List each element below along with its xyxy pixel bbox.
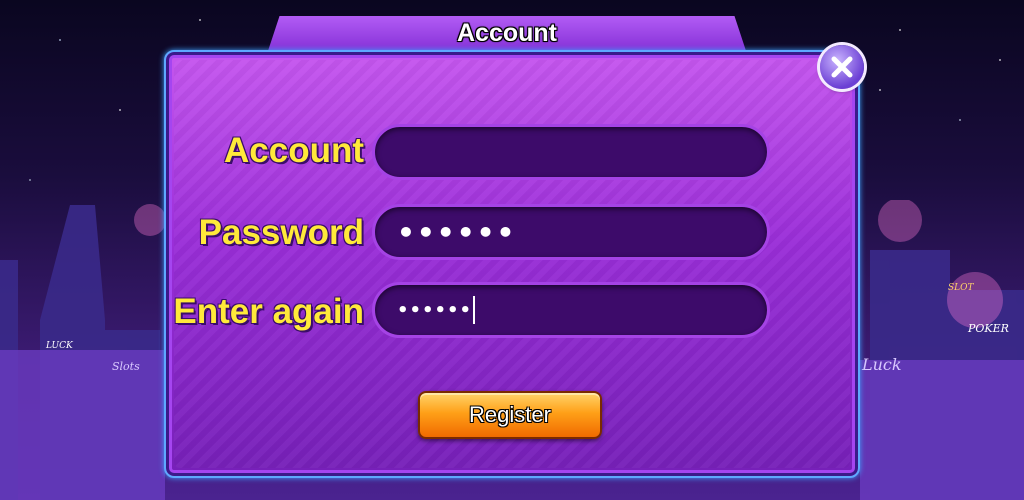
confirm-password-value: •••••• — [397, 299, 473, 321]
password-input[interactable]: •••••• — [372, 204, 770, 260]
sign-luck-left: LUCK — [45, 341, 74, 351]
password-value: •••••• — [397, 215, 517, 249]
sign-slots: Slots — [112, 360, 140, 373]
sign-poker: POKER — [967, 322, 1009, 335]
popup-title: Account — [457, 19, 557, 47]
account-label: Account — [224, 131, 364, 170]
password-label: Password — [198, 213, 364, 252]
register-button[interactable]: Register — [418, 391, 602, 439]
sign-luck-right: Luck — [861, 355, 902, 374]
close-button[interactable] — [820, 45, 864, 89]
confirm-password-label: Enter again — [173, 292, 364, 331]
close-icon — [831, 56, 853, 78]
account-input[interactable] — [372, 124, 770, 180]
confirm-password-input[interactable]: •••••• — [372, 282, 770, 338]
text-cursor — [473, 296, 476, 324]
sign-slot: SLOT — [948, 283, 975, 293]
